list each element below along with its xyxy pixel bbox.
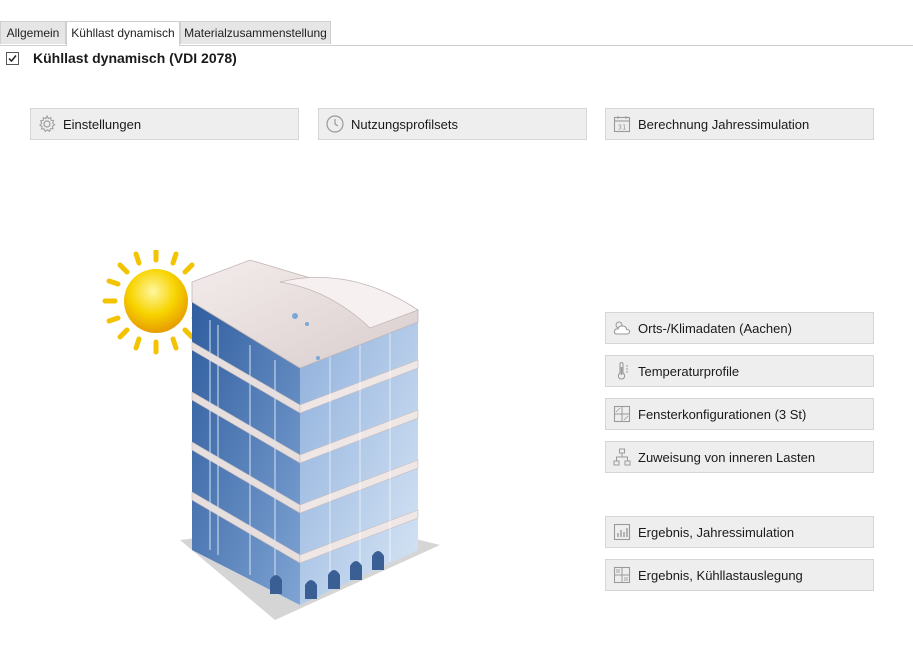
tab-materialzusammenstellung[interactable]: Materialzusammenstellung xyxy=(180,21,331,44)
fensterkonfigurationen-label: Fensterkonfigurationen (3 St) xyxy=(638,406,807,422)
nutzungsprofilsets-label: Nutzungsprofilsets xyxy=(351,116,458,132)
ergebnis-kuehllastauslegung-label: Ergebnis, Kühllastauslegung xyxy=(638,567,803,583)
fensterkonfigurationen-button[interactable]: Fensterkonfigurationen (3 St) xyxy=(605,398,874,430)
calendar-icon: 31 xyxy=(612,114,632,134)
temperaturprofile-label: Temperaturprofile xyxy=(638,363,740,379)
gear-icon xyxy=(37,114,57,134)
einstellungen-label: Einstellungen xyxy=(63,116,142,132)
svg-text:31: 31 xyxy=(618,124,627,132)
nutzungsprofilsets-button[interactable]: Nutzungsprofilsets xyxy=(318,108,587,140)
berechnung-jahressimulation-label: Berechnung Jahressimulation xyxy=(638,116,810,132)
ergebnis-jahressimulation-label: Ergebnis, Jahressimulation xyxy=(638,524,795,540)
window-grid-icon xyxy=(612,404,632,424)
ergebnis-kuehllastauslegung-button[interactable]: Ergebnis, Kühllastauslegung xyxy=(605,559,874,591)
building-illustration xyxy=(102,250,440,620)
tab-kuehllast-dynamisch[interactable]: Kühllast dynamisch xyxy=(66,21,180,46)
page-title: Kühllast dynamisch (VDI 2078) xyxy=(33,50,237,66)
einstellungen-button[interactable]: Einstellungen xyxy=(30,108,299,140)
hierarchy-icon xyxy=(612,447,632,467)
orts-klimadaten-button[interactable]: Orts-/Klimadaten (Aachen) xyxy=(605,312,874,344)
temperaturprofile-button[interactable]: Temperaturprofile xyxy=(605,355,874,387)
thermometer-icon xyxy=(612,361,632,381)
zuweisung-innere-lasten-button[interactable]: Zuweisung von inneren Lasten xyxy=(605,441,874,473)
checkmark-icon xyxy=(8,54,17,62)
enable-checkbox[interactable] xyxy=(6,51,19,65)
section-header: Kühllast dynamisch (VDI 2078) xyxy=(6,49,237,67)
clock-icon xyxy=(325,114,345,134)
zuweisung-innere-lasten-label: Zuweisung von inneren Lasten xyxy=(638,449,816,465)
table-icon xyxy=(612,565,632,585)
berechnung-jahressimulation-button[interactable]: 31 Berechnung Jahressimulation xyxy=(605,108,874,140)
weather-cloud-icon xyxy=(612,318,632,338)
tab-allgemein[interactable]: Allgemein xyxy=(0,21,66,44)
bar-chart-icon xyxy=(612,522,632,542)
ergebnis-jahressimulation-button[interactable]: Ergebnis, Jahressimulation xyxy=(605,516,874,548)
orts-klimadaten-label: Orts-/Klimadaten (Aachen) xyxy=(638,320,792,336)
tab-bar: Allgemein Kühllast dynamisch Materialzus… xyxy=(0,21,913,46)
